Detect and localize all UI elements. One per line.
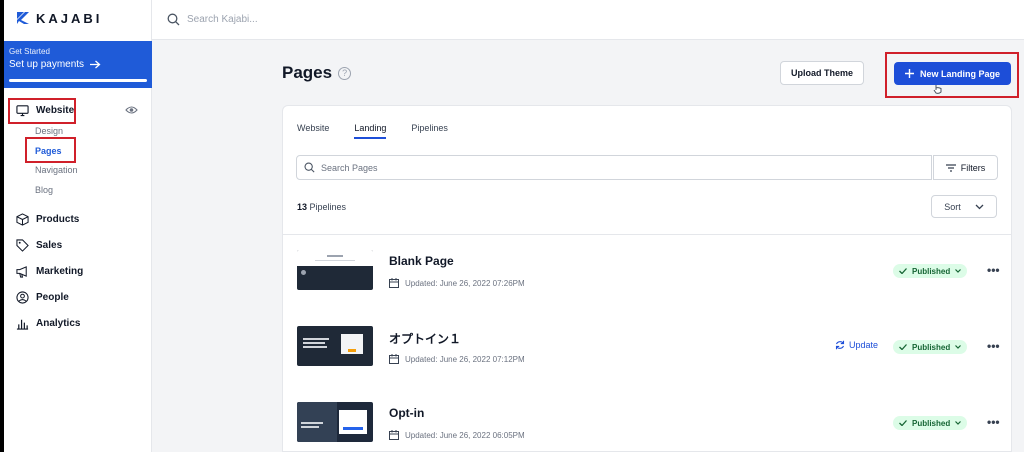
page-title-text[interactable]: Opt-in: [389, 406, 424, 420]
sidebar-item-people[interactable]: People: [16, 291, 69, 304]
update-label: Update: [849, 340, 879, 350]
refresh-icon: [835, 340, 845, 350]
page-thumbnail[interactable]: [297, 402, 373, 442]
calendar-icon: [389, 354, 399, 364]
sort-dropdown[interactable]: Sort: [931, 195, 997, 218]
sidebar-item-analytics[interactable]: Analytics: [16, 317, 80, 330]
more-options-icon[interactable]: •••: [987, 415, 1000, 429]
page-updated-text: Updated: June 26, 2022 06:05PM: [405, 430, 525, 440]
page-title-text[interactable]: オプトイン１: [389, 330, 461, 347]
chevron-down-icon: [955, 421, 962, 425]
sort-label: Sort: [944, 201, 961, 212]
monitor-icon: [16, 105, 29, 117]
search-icon: [304, 162, 315, 173]
filter-icon: [945, 163, 956, 172]
kajabi-logo-icon: [17, 12, 29, 24]
page-search-box: [296, 155, 932, 180]
new-landing-page-label: New Landing Page: [919, 68, 1000, 79]
eye-icon[interactable]: [125, 105, 138, 115]
arrow-right-icon: [90, 60, 101, 69]
sidebar-item-label: Products: [36, 214, 80, 225]
sidebar-subitem-pages[interactable]: Pages: [35, 146, 62, 156]
check-icon: [899, 268, 907, 274]
sidebar: KAJABI Get Started Set up payments Websi…: [4, 0, 152, 452]
page-updated: Updated: June 26, 2022 07:12PM: [389, 354, 525, 364]
setup-progress-bar: [9, 79, 147, 82]
hand-cursor-icon: [933, 85, 942, 94]
person-icon: [16, 291, 29, 304]
sidebar-item-marketing[interactable]: Marketing: [16, 265, 83, 278]
page-thumbnail[interactable]: [297, 326, 373, 366]
chevron-down-icon: [955, 345, 962, 349]
chevron-down-icon: [955, 269, 962, 273]
new-landing-page-button[interactable]: New Landing Page: [894, 62, 1011, 85]
brand-name: KAJABI: [36, 10, 103, 26]
calendar-icon: [389, 278, 399, 288]
more-options-icon[interactable]: •••: [987, 263, 1000, 277]
tab-landing[interactable]: Landing: [354, 123, 387, 139]
check-icon: [899, 344, 907, 350]
page-updated: Updated: June 26, 2022 07:26PM: [389, 278, 525, 288]
status-label: Published: [912, 342, 951, 352]
sidebar-item-label: People: [36, 292, 69, 303]
sidebar-item-label: Website: [36, 105, 75, 116]
pipeline-count-number: 13: [297, 202, 308, 212]
chevron-down-icon: [975, 204, 984, 209]
filters-button[interactable]: Filters: [933, 155, 998, 180]
sidebar-item-sales[interactable]: Sales: [16, 239, 62, 252]
list-item[interactable]: オプトイン１ Updated: June 26, 2022 07:12PM Up…: [283, 311, 1011, 387]
tag-icon: [16, 239, 29, 252]
page-thumbnail[interactable]: [297, 250, 373, 290]
get-started-subtitle-row: Set up payments: [9, 59, 147, 70]
sidebar-item-label: Analytics: [36, 318, 81, 329]
sidebar-item-products[interactable]: Products: [16, 213, 79, 226]
tab-pipelines[interactable]: Pipelines: [411, 123, 448, 139]
page-title-text: Pages: [282, 63, 333, 82]
sidebar-subitem-navigation[interactable]: Navigation: [35, 165, 78, 175]
kajabi-logo[interactable]: KAJABI: [16, 9, 102, 27]
sidebar-subitem-blog[interactable]: Blog: [35, 185, 53, 195]
sidebar-subitem-design[interactable]: Design: [35, 126, 63, 136]
sidebar-item-label: Marketing: [36, 266, 84, 277]
page-updated-text: Updated: June 26, 2022 07:26PM: [405, 278, 525, 288]
box-icon: [16, 213, 29, 226]
pipeline-count: 13 Pipelines: [297, 202, 346, 212]
sidebar-item-label: Sales: [36, 240, 63, 251]
status-badge[interactable]: Published: [893, 340, 968, 354]
upload-theme-button[interactable]: Upload Theme: [780, 61, 864, 85]
status-badge[interactable]: Published: [893, 416, 968, 430]
more-options-icon[interactable]: •••: [987, 339, 1000, 353]
calendar-icon: [389, 430, 399, 440]
get-started-banner[interactable]: Get Started Set up payments: [4, 41, 152, 88]
help-icon[interactable]: ?: [338, 66, 352, 80]
pipeline-count-label: Pipelines: [309, 202, 347, 212]
update-button[interactable]: Update: [835, 340, 878, 350]
check-icon: [899, 420, 907, 426]
page-type-tabs: Website Landing Pipelines: [297, 123, 448, 139]
page-title: Pages ?: [282, 63, 352, 83]
filters-label: Filters: [960, 162, 986, 173]
megaphone-icon: [16, 266, 27, 278]
status-label: Published: [912, 418, 951, 428]
page-updated: Updated: June 26, 2022 06:05PM: [389, 430, 525, 440]
tab-website[interactable]: Website: [297, 123, 329, 139]
plus-icon: [904, 69, 914, 78]
search-pages-input[interactable]: [321, 162, 901, 173]
status-label: Published: [912, 266, 951, 276]
status-badge[interactable]: Published: [893, 264, 968, 278]
global-search-input[interactable]: [187, 14, 487, 25]
page-title-text[interactable]: Blank Page: [389, 254, 454, 268]
search-icon: [167, 13, 180, 26]
bar-chart-icon: [16, 319, 29, 330]
list-item[interactable]: Opt-in Updated: June 26, 2022 06:05PM Pu…: [283, 387, 1011, 452]
get-started-title: Get Started: [9, 47, 50, 56]
page-updated-text: Updated: June 26, 2022 07:12PM: [405, 354, 525, 364]
sidebar-item-website[interactable]: Website: [16, 104, 74, 117]
pages-card: Website Landing Pipelines Filters 13 Pip…: [282, 105, 1012, 452]
top-search-bar: [152, 0, 1024, 40]
get-started-subtitle: Set up payments: [9, 59, 85, 70]
list-item[interactable]: Blank Page Updated: June 26, 2022 07:26P…: [283, 235, 1011, 311]
